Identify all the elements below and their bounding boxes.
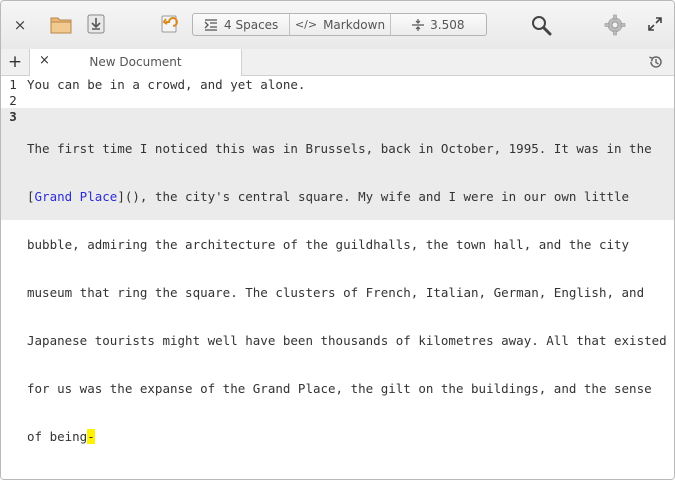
editor-line: 2: [1, 93, 674, 109]
goto-line-icon: [412, 18, 425, 31]
link-text: Grand Place: [34, 189, 118, 204]
gear-icon: [604, 14, 626, 36]
search-button[interactable]: [529, 13, 553, 37]
document-settings-group: 4 Spaces </> Markdown 3.508: [192, 13, 487, 36]
text-cursor: -: [87, 429, 95, 444]
line-text: The first time I noticed this was in Bru…: [27, 109, 667, 477]
syntax-language-button[interactable]: </> Markdown: [290, 14, 391, 35]
tab-label: New Document: [89, 55, 182, 69]
wrapped-line: museum that ring the square. The cluster…: [27, 285, 645, 300]
revert-button[interactable]: [158, 13, 180, 35]
closed-tabs-history-button[interactable]: [647, 53, 665, 71]
download-icon: [87, 14, 105, 34]
tab-bar: + × New Document: [1, 49, 674, 76]
line-position-button[interactable]: 3.508: [391, 14, 486, 35]
history-icon: [649, 56, 662, 68]
indent-icon: [204, 18, 218, 31]
text-editor[interactable]: 1 You can be in a crowd, and yet alone. …: [1, 76, 674, 479]
fullscreen-button[interactable]: [646, 15, 664, 33]
link-bracket: [: [27, 189, 35, 204]
indentation-button[interactable]: 4 Spaces: [193, 14, 291, 35]
fullscreen-icon: [648, 17, 662, 31]
indentation-label: 4 Spaces: [224, 17, 279, 32]
line-position-label: 3.508: [430, 17, 465, 32]
wrapped-line: Japanese tourists might well have been t…: [27, 333, 667, 348]
preferences-button[interactable]: [603, 13, 627, 37]
tab-new-document[interactable]: × New Document: [30, 49, 242, 76]
editor-line: 1 You can be in a crowd, and yet alone.: [1, 77, 674, 93]
line-text: You can be in a crowd, and yet alone.: [27, 77, 306, 92]
wrapped-line: for us was the expanse of the Grand Plac…: [27, 381, 652, 396]
wrapped-line: bubble, admiring the architecture of the…: [27, 237, 630, 252]
new-tab-button[interactable]: +: [1, 49, 30, 75]
link-suffix: ](), the city's central square. My wife …: [117, 189, 630, 204]
revert-icon: [161, 15, 178, 33]
wrapped-line: The first time I noticed this was in Bru…: [27, 141, 652, 156]
editor-line-current: 3 The first time I noticed this was in B…: [1, 108, 674, 444]
header-bar: × 4 Spaces </> Markdown 3.508: [1, 1, 674, 50]
save-file-button[interactable]: [85, 13, 107, 35]
open-file-button[interactable]: [49, 13, 73, 35]
close-window-button[interactable]: ×: [9, 15, 31, 35]
search-icon: [532, 16, 552, 36]
code-icon: </>: [294, 18, 318, 31]
syntax-language-label: Markdown: [323, 17, 386, 32]
line-number: 3: [9, 109, 17, 124]
wrapped-line: of being-: [27, 429, 667, 445]
wrapped-line: [Grand Place](), the city's central squa…: [27, 189, 667, 205]
folder-icon: [50, 17, 72, 34]
line-number: 1: [9, 77, 17, 92]
last-text: of being: [27, 429, 88, 444]
line-number: 2: [9, 93, 17, 108]
editor-window: × 4 Spaces </> Markdown 3.508 + × New Do…: [0, 0, 675, 480]
